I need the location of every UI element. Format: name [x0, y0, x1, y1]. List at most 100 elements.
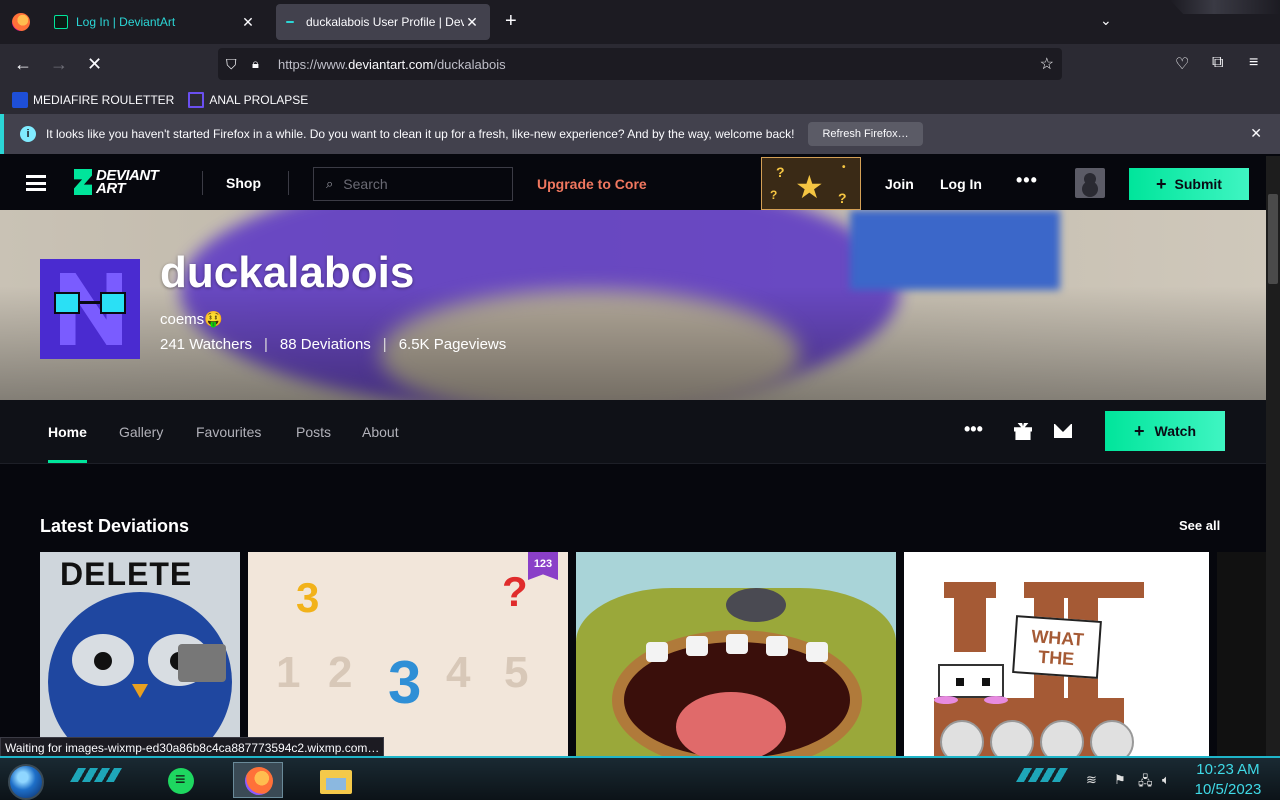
search-box[interactable]: ⌕ — [313, 167, 513, 201]
start-button[interactable] — [8, 764, 44, 800]
profile-stats: 241 Watchers | 88 Deviations | 6.5K Page… — [160, 336, 506, 353]
bird-image — [726, 588, 786, 622]
browser-nav-bar: ← → ✕ ⛉ 🔒︎ https://www.deviantart.com/du… — [0, 44, 1280, 86]
deviation-thumbnail[interactable]: 123 3 ? 1 2 3 4 5 — [248, 552, 568, 756]
folder-icon — [320, 770, 352, 794]
speech-bubble: WHAT THE — [1012, 615, 1102, 679]
gun-image — [178, 644, 226, 682]
upgrade-to-core-link[interactable]: Upgrade to Core — [537, 176, 647, 192]
tab-posts[interactable]: Posts — [296, 424, 331, 440]
new-tab-button[interactable]: + — [505, 10, 517, 33]
star-icon: ★ — [795, 169, 824, 205]
deviation-thumbnail[interactable] — [576, 552, 896, 756]
hamburger-menu-icon[interactable] — [26, 175, 46, 191]
page-scrollbar[interactable] — [1266, 156, 1280, 756]
thumbnail-badge: 123 — [528, 552, 558, 580]
mail-icon[interactable] — [1054, 424, 1072, 438]
firefox-refresh-notice: i It looks like you haven't started Fire… — [0, 114, 1280, 154]
thumbnail-digit: 3 — [296, 574, 320, 621]
firefox-icon[interactable] — [12, 13, 30, 31]
plus-icon: + — [1134, 420, 1145, 441]
tab-close-icon[interactable]: ✕ — [464, 14, 480, 31]
thumbnail-digit: 2 — [328, 648, 353, 697]
clock-date: 10/5/2023 — [1194, 781, 1262, 798]
url-path: /duckalabois — [433, 56, 506, 72]
gift-icon[interactable] — [1014, 423, 1032, 440]
back-arrow-icon[interactable]: ← — [14, 54, 32, 75]
site-header: DEVIANT ART Shop ⌕ Upgrade to Core ? ? ?… — [0, 156, 1266, 210]
tab-home[interactable]: Home — [48, 424, 87, 440]
plus-icon: + — [1156, 173, 1167, 194]
address-bar[interactable]: ⛉ 🔒︎ https://www.deviantart.com/duckalab… — [218, 48, 1062, 80]
submit-button[interactable]: + Submit — [1129, 168, 1249, 200]
deviation-thumbnail[interactable]: WHAT THE — [904, 552, 1209, 756]
bookmark-triangle-icon — [188, 92, 205, 108]
taskbar-app-firefox[interactable] — [233, 762, 283, 798]
see-all-link[interactable]: See all — [1179, 518, 1220, 533]
avatar[interactable] — [1075, 168, 1105, 198]
tab-about[interactable]: About — [362, 424, 399, 440]
bookmark-star-icon[interactable]: ☆ — [1040, 54, 1054, 74]
url-text[interactable]: https://www.deviantart.com/duckalabois — [278, 57, 506, 72]
thumbnail-question: ? — [502, 568, 528, 615]
logo-wordmark: DEVIANT ART — [96, 168, 159, 196]
url-prefix: https://www. — [278, 56, 349, 72]
info-icon: i — [20, 126, 36, 142]
join-link[interactable]: Join — [885, 176, 914, 192]
active-tab-indicator — [48, 460, 87, 463]
window-decoration — [1170, 0, 1280, 14]
bookmark-second[interactable]: ANAL PROLAPSE — [188, 92, 308, 108]
thumbnail-text: DELETE — [60, 556, 193, 592]
scrollbar-thumb[interactable] — [1268, 194, 1278, 284]
extensions-icon[interactable]: ⧉ — [1212, 54, 1223, 72]
shop-link[interactable]: Shop — [226, 175, 261, 191]
pocket-icon[interactable]: ♡ — [1175, 54, 1189, 74]
tab-close-icon[interactable]: ✕ — [240, 14, 256, 31]
tab-login-label: Log In | DeviantArt — [76, 15, 176, 29]
bookmark-mediafire[interactable]: MEDIAFIRE ROULETTER — [12, 92, 174, 108]
profile-avatar[interactable] — [40, 259, 140, 359]
bookmark-label: MEDIAFIRE ROULETTER — [33, 93, 175, 107]
stat-separator: | — [382, 336, 387, 353]
notes-app-icon — [168, 768, 194, 794]
tab-gallery[interactable]: Gallery — [119, 424, 163, 440]
watchers-count[interactable]: 241 Watchers — [160, 336, 252, 353]
tab-login[interactable]: Log In | DeviantArt ✕ — [44, 4, 266, 40]
deviantart-logo[interactable]: DEVIANT ART — [74, 168, 159, 196]
close-icon[interactable]: ✕ — [1250, 125, 1262, 142]
shield-icon[interactable]: ⛉ — [226, 56, 242, 73]
tab-profile[interactable]: duckalabois User Profile | Devia ✕ — [276, 4, 490, 40]
notice-message: It looks like you haven't started Firefo… — [46, 127, 795, 141]
deviations-count[interactable]: 88 Deviations — [280, 336, 371, 353]
tab-list-chevron-icon[interactable]: ⌄ — [1100, 12, 1112, 29]
flag-icon[interactable]: ⚑ — [1114, 772, 1126, 788]
search-input[interactable] — [343, 176, 494, 192]
watch-button[interactable]: + Watch — [1105, 411, 1225, 451]
show-desktop-icon[interactable]: ≋ — [1086, 772, 1097, 788]
firefox-icon — [245, 767, 273, 795]
browser-tab-bar: Log In | DeviantArt ✕ duckalabois User P… — [0, 0, 1280, 44]
taskbar-app-notes[interactable] — [164, 764, 196, 796]
taskbar-app-explorer[interactable] — [320, 766, 352, 794]
network-icon[interactable]: 🖧︎ — [1138, 772, 1153, 794]
main-content: Latest Deviations See all DELETE 123 3 ?… — [0, 464, 1266, 756]
volume-icon[interactable]: 🔈︎ — [1162, 772, 1170, 788]
menu-icon[interactable]: ≡ — [1249, 54, 1258, 72]
mystery-star-promo[interactable]: ? ? ? • ★ — [761, 157, 861, 210]
login-link[interactable]: Log In — [940, 176, 982, 192]
refresh-firefox-button[interactable]: Refresh Firefox… — [808, 122, 923, 146]
more-icon[interactable]: ••• — [964, 419, 983, 440]
stop-loading-icon[interactable]: ✕ — [87, 54, 102, 75]
divider — [202, 171, 203, 195]
deviation-thumbnail[interactable] — [1217, 552, 1266, 756]
lock-icon[interactable]: 🔒︎ — [252, 56, 268, 72]
deviantart-favicon-icon — [54, 15, 68, 29]
deviantart-mark-icon — [74, 169, 92, 195]
thumbnail-digit: 5 — [504, 648, 529, 697]
more-icon[interactable]: ••• — [1016, 170, 1038, 191]
tab-favourites[interactable]: Favourites — [196, 424, 261, 440]
search-icon: ⌕ — [326, 176, 334, 191]
system-clock[interactable]: 10:23 AM 10/5/2023 — [1190, 760, 1266, 800]
forward-arrow-icon[interactable]: → — [50, 54, 68, 75]
deviation-thumbnail[interactable]: DELETE — [40, 552, 240, 756]
